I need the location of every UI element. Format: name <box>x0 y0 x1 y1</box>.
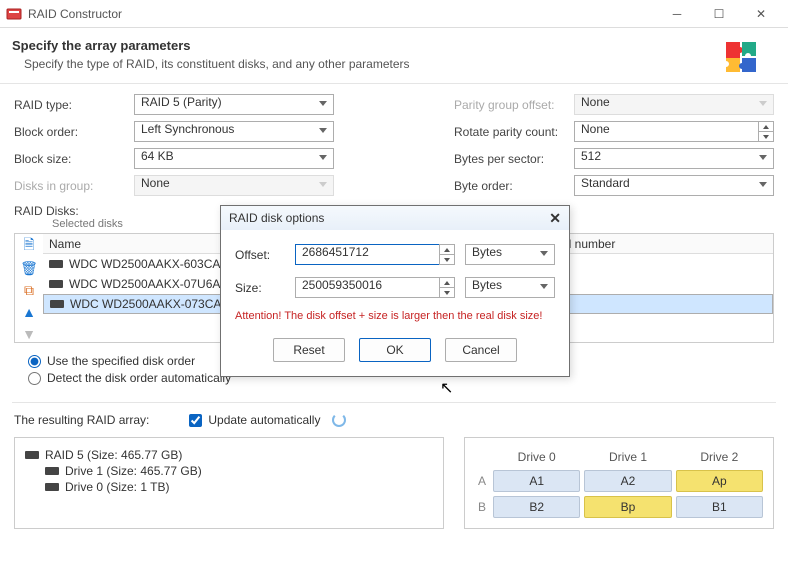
chevron-down-icon <box>540 284 548 289</box>
ok-button[interactable]: OK <box>359 338 431 362</box>
chevron-down-icon <box>540 251 548 256</box>
dialog-titlebar[interactable]: RAID disk options✕ <box>221 206 569 230</box>
size-spinner[interactable]: 250059350016 <box>295 277 455 298</box>
modal-backdrop: RAID disk options✕ Offset: 2686451712 By… <box>0 0 788 576</box>
warning-text: Attention! The disk offset + size is lar… <box>235 310 555 322</box>
close-icon[interactable]: ✕ <box>549 210 561 227</box>
offset-label: Offset: <box>235 248 285 262</box>
cancel-button[interactable]: Cancel <box>445 338 517 362</box>
reset-button[interactable]: Reset <box>273 338 345 362</box>
size-input[interactable]: 250059350016 <box>295 277 439 298</box>
raid-disk-options-dialog: RAID disk options✕ Offset: 2686451712 By… <box>220 205 570 377</box>
offset-unit-select[interactable]: Bytes <box>465 244 555 265</box>
size-label: Size: <box>235 281 285 295</box>
size-unit-select[interactable]: Bytes <box>465 277 555 298</box>
offset-input[interactable]: 2686451712 <box>295 244 439 265</box>
offset-spinner[interactable]: 2686451712 <box>295 244 455 265</box>
